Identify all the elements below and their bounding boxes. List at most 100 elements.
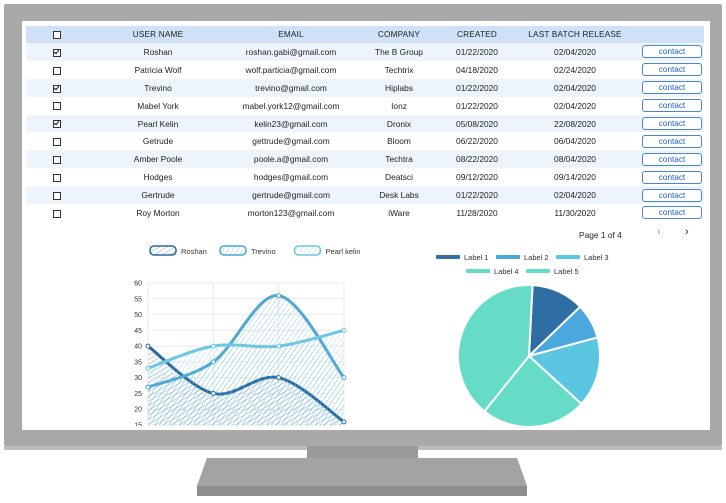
legend-swatch xyxy=(219,245,247,256)
header-last-batch-release[interactable]: LAST BATCH RELEASE xyxy=(510,26,640,43)
contact-button[interactable]: contact xyxy=(642,170,702,184)
row-checkbox[interactable] xyxy=(53,66,61,75)
cell-created: 01/22/2020 xyxy=(444,78,510,97)
data-point xyxy=(210,343,216,349)
row-select-cell xyxy=(26,204,88,222)
cell-created: 08/22/2020 xyxy=(444,150,510,169)
row-checkbox[interactable] xyxy=(53,173,61,182)
cell-name: Amber Poole xyxy=(88,150,228,169)
contact-button[interactable]: contact xyxy=(642,99,702,113)
header-select-all[interactable] xyxy=(26,26,88,43)
contact-button[interactable]: contact xyxy=(642,206,702,220)
legend-label: Trevino xyxy=(251,247,276,256)
row-action-cell: contact xyxy=(640,204,704,222)
row-checkbox[interactable] xyxy=(53,102,61,111)
row-select-cell xyxy=(26,43,88,61)
row-checkbox[interactable] xyxy=(53,191,61,200)
header-action xyxy=(640,26,704,43)
row-select-cell xyxy=(26,132,88,151)
row-action-cell: contact xyxy=(640,186,704,205)
y-tick-label: 45 xyxy=(134,328,142,335)
contact-button[interactable]: contact xyxy=(642,45,702,59)
cell-company: Dronix xyxy=(354,114,444,133)
legend-label: Label 1 xyxy=(464,253,489,262)
users-table: USER NAME EMAIL COMPANY CREATED LAST BAT… xyxy=(26,26,704,222)
row-checkbox[interactable] xyxy=(53,209,61,218)
cell-release: 09/14/2020 xyxy=(510,168,640,187)
cell-name: Gertrude xyxy=(88,186,228,205)
cell-email: morton123@gmail.com xyxy=(228,204,354,222)
header-created[interactable]: CREATED xyxy=(444,26,510,43)
cell-email: mabel.york12@gmail.com xyxy=(228,96,354,115)
cell-created: 11/28/2020 xyxy=(444,204,510,222)
cell-created: 01/22/2020 xyxy=(444,96,510,115)
header-company[interactable]: COMPANY xyxy=(354,26,444,43)
cell-created: 06/22/2020 xyxy=(444,132,510,151)
cell-email: kelin23@gmail.com xyxy=(228,114,354,133)
y-tick-label: 55 xyxy=(134,296,142,303)
line-chart: 15202530354045505560Rabi 2019-2020Zaid 2… xyxy=(134,245,361,426)
row-checkbox[interactable] xyxy=(53,120,61,129)
row-checkbox[interactable] xyxy=(53,48,61,57)
table-row: Roshan roshan.gabi@gmail.com The B Group 01… xyxy=(26,43,704,61)
cell-company: The B Group xyxy=(354,43,444,61)
cell-release: 02/04/2020 xyxy=(510,78,640,97)
cell-name: Roshan xyxy=(88,43,228,61)
cell-email: roshan.gabi@gmail.com xyxy=(228,43,354,61)
data-point xyxy=(276,293,282,299)
cell-company: iWare xyxy=(354,204,444,222)
y-tick-label: 25 xyxy=(134,391,142,398)
row-action-cell: contact xyxy=(640,132,704,151)
legend-swatch xyxy=(149,245,177,256)
table-row: Roy Morton morton123@gmail.com iWare 11/28/… xyxy=(26,204,704,222)
monitor-stand-foot xyxy=(197,486,527,496)
row-select-cell xyxy=(26,150,88,169)
cell-company: Deatsci xyxy=(354,168,444,187)
chevron-right-icon[interactable]: › xyxy=(685,226,689,238)
cell-company: Hiplabs xyxy=(354,78,444,97)
y-tick-label: 60 xyxy=(134,281,142,288)
y-tick-label: 20 xyxy=(134,407,142,414)
cell-email: gertrude@gmail.com xyxy=(228,186,354,205)
contact-button[interactable]: contact xyxy=(642,63,702,77)
contact-button[interactable]: contact xyxy=(642,134,702,148)
table-row: Pearl Kelin kelin23@gmail.com Dronix 05/08/… xyxy=(26,114,704,133)
cell-created: 04/18/2020 xyxy=(444,60,510,79)
legend-label: Pearl kelin xyxy=(326,247,361,256)
contact-button[interactable]: contact xyxy=(642,81,702,95)
table-row: Mabel York mabel.york12@gmail.com Ionz 01/2… xyxy=(26,96,704,115)
data-point xyxy=(341,327,347,333)
cell-created: 01/22/2020 xyxy=(444,43,510,61)
row-action-cell: contact xyxy=(640,78,704,97)
legend-swatch xyxy=(556,255,580,259)
table-row: Trevino trevino@gmail.com Hiplabs 01/22/202… xyxy=(26,78,704,97)
cell-release: 02/04/2020 xyxy=(510,186,640,205)
header-user-name[interactable]: USER NAME xyxy=(88,26,228,43)
row-select-cell xyxy=(26,78,88,97)
cell-created: 01/22/2020 xyxy=(444,186,510,205)
cell-email: wolf.particia@gmail.com xyxy=(228,60,354,79)
select-all-checkbox[interactable] xyxy=(53,30,61,39)
row-checkbox[interactable] xyxy=(53,138,61,147)
contact-button[interactable]: contact xyxy=(642,188,702,202)
cell-release: 22/08/2020 xyxy=(510,114,640,133)
cell-email: poole.a@gmail.com xyxy=(228,150,354,169)
data-point xyxy=(145,365,151,371)
cell-company: Bloom xyxy=(354,132,444,151)
row-action-cell: contact xyxy=(640,114,704,133)
chevron-left-icon[interactable]: ‹ xyxy=(657,226,661,238)
header-email[interactable]: EMAIL xyxy=(228,26,354,43)
contact-button[interactable]: contact xyxy=(642,117,702,130)
row-checkbox[interactable] xyxy=(53,156,61,165)
contact-button[interactable]: contact xyxy=(642,152,702,166)
cell-release: 11/30/2020 xyxy=(510,204,640,222)
cell-company: Techtrix xyxy=(354,60,444,79)
row-select-cell xyxy=(26,60,88,79)
legend-label: Label 3 xyxy=(584,253,609,262)
cell-company: Desk Labs xyxy=(354,186,444,205)
legend-swatch xyxy=(293,245,322,256)
row-checkbox[interactable] xyxy=(53,84,61,93)
monitor-stand-base xyxy=(197,458,527,486)
cell-company: Techtra xyxy=(354,150,444,169)
data-point xyxy=(276,343,282,349)
